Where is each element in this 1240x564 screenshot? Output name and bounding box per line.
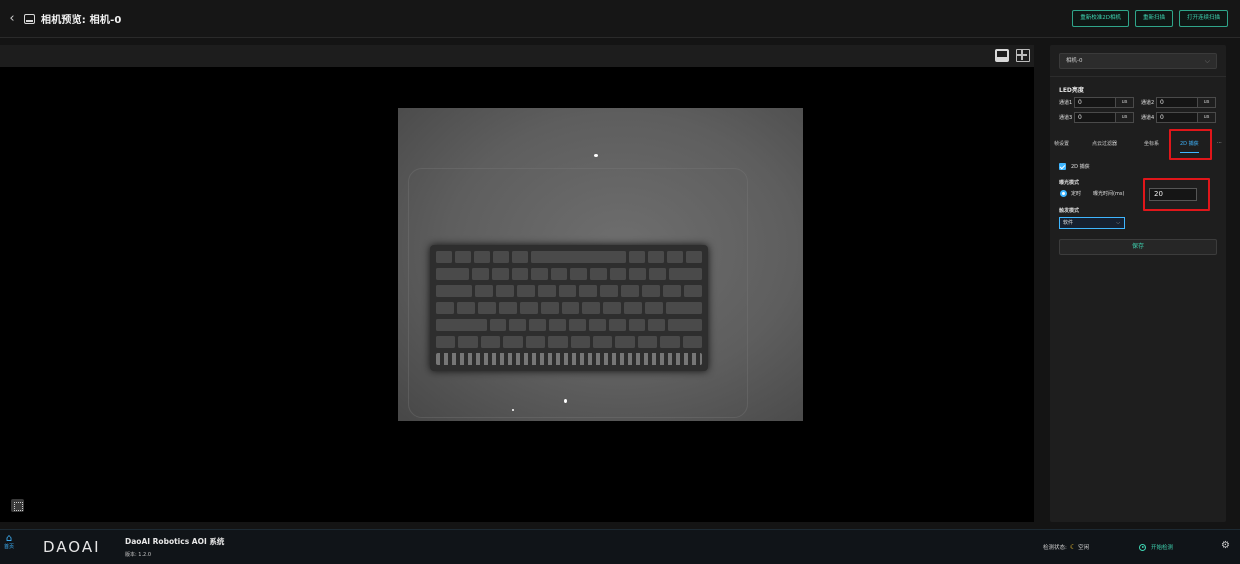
camera-select-value: 相机-0 xyxy=(1066,58,1083,64)
channel-3-label: 通道3 xyxy=(1059,115,1073,121)
exposure-mode-row: 定时 曝光时间(ms) xyxy=(1060,190,1124,197)
image-speck xyxy=(512,409,514,411)
settings-tabs: 帧设置 点云过滤器 坐标系 2D 捕获 ··· xyxy=(1054,133,1226,153)
channel-2-label: 通道2 xyxy=(1141,100,1155,106)
capture-2d-label: 2D 捕获 xyxy=(1071,164,1090,170)
camera-preview-icon xyxy=(24,13,35,24)
tab-frame-settings[interactable]: 帧设置 xyxy=(1054,140,1069,147)
camera-select[interactable]: 相机-0 ⌵ xyxy=(1059,53,1217,69)
channel-4-unit: us xyxy=(1198,112,1216,123)
moon-icon: ☾ xyxy=(1069,543,1077,551)
continuous-scan-button[interactable]: 打开连续扫描 xyxy=(1178,10,1228,27)
preview-toolbar xyxy=(0,45,1034,67)
channel-1-unit: us xyxy=(1116,97,1134,108)
header-bar: ‹ 相机预览: 相机-0 重新校准2D相机 重新扫描 打开连续扫描 xyxy=(0,0,1240,38)
home-icon: ⌂ xyxy=(5,533,13,544)
exposure-time-input[interactable]: 20 xyxy=(1149,188,1197,201)
channel-1-field: 通道1 0 us xyxy=(1059,97,1134,108)
tab-coordinate-system[interactable]: 坐标系 xyxy=(1144,140,1159,147)
channel-2-unit: us xyxy=(1198,97,1216,108)
channel-1-label: 通道1 xyxy=(1059,100,1073,106)
exposure-time-label: 曝光时间(ms) xyxy=(1093,191,1125,197)
single-view-icon[interactable] xyxy=(995,49,1009,62)
channel-3-field: 通道3 0 us xyxy=(1059,112,1134,123)
chevron-down-icon: ⌵ xyxy=(1204,57,1210,65)
status-value: 空闲 xyxy=(1078,545,1090,551)
camera-image xyxy=(398,108,803,421)
channel-4-field: 通道4 0 us xyxy=(1141,112,1216,123)
footer-bar: ⌂ 首页 DAOAI DaoAI Robotics AOI 系统 版本: 1.2… xyxy=(0,529,1240,564)
start-detection-label: 开始检测 xyxy=(1151,545,1174,551)
tab-more[interactable]: ··· xyxy=(1217,140,1222,146)
detection-status: 检测状态: ☾ 空闲 xyxy=(1043,543,1089,551)
trigger-mode-value: 软件 xyxy=(1063,220,1074,226)
capture-2d-checkbox[interactable] xyxy=(1059,163,1066,170)
channel-1-input[interactable]: 0 xyxy=(1074,97,1116,108)
page-title: 相机预览: 相机-0 xyxy=(41,15,122,26)
exposure-timed-label: 定时 xyxy=(1071,191,1082,197)
app-version: 版本: 1.2.0 xyxy=(125,552,151,558)
keyboard-object xyxy=(430,245,708,371)
gear-icon[interactable]: ⚙ xyxy=(1221,540,1230,551)
fit-screen-icon[interactable] xyxy=(11,499,24,512)
app-title: DaoAI Robotics AOI 系统 xyxy=(125,537,225,546)
channel-4-label: 通道4 xyxy=(1141,115,1155,121)
back-button[interactable]: ‹ xyxy=(4,11,20,26)
trigger-mode-label: 触发模式 xyxy=(1059,208,1080,214)
channel-3-input[interactable]: 0 xyxy=(1074,112,1116,123)
save-button[interactable]: 保存 xyxy=(1059,239,1217,255)
divider xyxy=(1050,76,1226,77)
exposure-timed-radio[interactable] xyxy=(1060,190,1067,197)
led-brightness-title: LED亮度 xyxy=(1059,87,1084,94)
channel-2-input[interactable]: 0 xyxy=(1156,97,1198,108)
exposure-mode-label: 曝光模式 xyxy=(1059,180,1080,186)
trigger-mode-select[interactable]: 软件 ⌵ xyxy=(1059,217,1125,229)
play-icon xyxy=(1139,543,1146,551)
channel-2-field: 通道2 0 us xyxy=(1141,97,1216,108)
header-actions: 重新校准2D相机 重新扫描 打开连续扫描 xyxy=(1072,10,1228,27)
start-detection-button[interactable]: 开始检测 xyxy=(1139,543,1173,551)
home-label: 首页 xyxy=(3,544,14,550)
recalibrate-2d-camera-button[interactable]: 重新校准2D相机 xyxy=(1072,10,1129,27)
image-speck xyxy=(594,154,598,157)
chevron-down-icon: ⌵ xyxy=(1116,220,1120,226)
capture-2d-row: 2D 捕获 xyxy=(1059,163,1090,170)
rescan-button[interactable]: 重新扫描 xyxy=(1134,10,1173,27)
image-speck xyxy=(564,399,567,403)
app-window: ‹ 相机预览: 相机-0 重新校准2D相机 重新扫描 打开连续扫描 相机-0 ⌵… xyxy=(0,0,1240,564)
preview-canvas[interactable] xyxy=(0,67,1034,522)
channel-4-input[interactable]: 0 xyxy=(1156,112,1198,123)
tab-2d-capture[interactable]: 2D 捕获 xyxy=(1180,140,1199,153)
status-label: 检测状态: xyxy=(1043,545,1067,551)
home-button[interactable]: ⌂ 首页 xyxy=(2,533,16,551)
logo: DAOAI xyxy=(43,538,101,556)
grid-view-icon[interactable] xyxy=(1016,49,1030,62)
camera-settings-panel: 相机-0 ⌵ LED亮度 通道1 0 us 通道2 0 us 通道3 0 us … xyxy=(1050,45,1226,522)
tab-pointcloud-filter[interactable]: 点云过滤器 xyxy=(1092,140,1117,147)
channel-3-unit: us xyxy=(1116,112,1134,123)
